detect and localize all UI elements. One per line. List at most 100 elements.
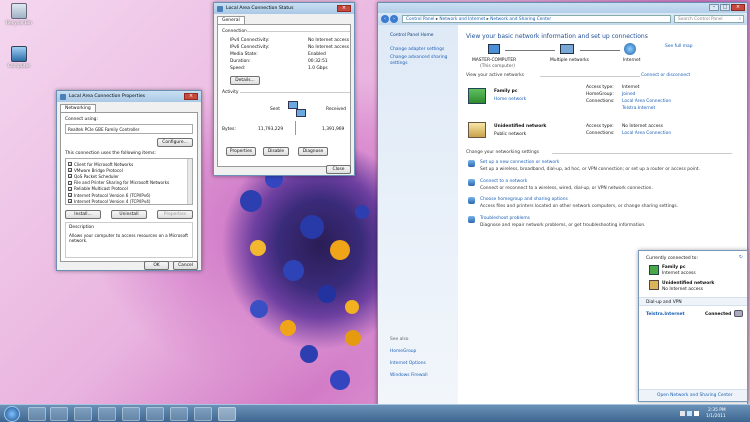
configure-button[interactable]: Configure... xyxy=(157,138,193,147)
ok-button[interactable]: OK xyxy=(144,261,169,270)
uninstall-button[interactable]: Uninstall xyxy=(111,210,147,219)
recycle-bin-icon[interactable]: Recycle Bin xyxy=(2,3,36,26)
item-checkbox[interactable]: ✓ xyxy=(68,180,72,185)
connect-disconnect-link[interactable]: Connect or disconnect xyxy=(641,73,690,78)
ie-icon[interactable] xyxy=(28,407,46,421)
homegroup-link[interactable]: Joined xyxy=(622,92,635,97)
open-network-center-link[interactable]: Open Network and Sharing Center xyxy=(657,393,733,398)
search-input[interactable]: Search Control Panel ⌕ xyxy=(674,15,744,23)
activity-label: Activity xyxy=(222,90,239,95)
status-field-value: Enabled xyxy=(308,52,326,57)
adapter-name: Realtek PCIe GBE Family Controller xyxy=(68,127,140,132)
status-field-value: No Internet access xyxy=(308,45,349,50)
connection-link[interactable]: Telstra.Internet xyxy=(622,106,655,111)
public-network-icon[interactable] xyxy=(468,122,486,138)
list-item[interactable]: ✓ Reliable Multicast Protocol xyxy=(68,186,128,192)
breadcrumb-item[interactable]: Network and Sharing Center xyxy=(490,17,551,22)
lac-status-titlebar[interactable]: Local Area Connection Status × xyxy=(214,3,354,14)
task-link[interactable]: Connect to a network xyxy=(480,179,527,184)
network-taskbar-icon[interactable] xyxy=(218,407,236,421)
flag-icon[interactable] xyxy=(680,411,685,416)
connection-link[interactable]: Local Area Connection xyxy=(622,99,671,104)
volume-icon[interactable] xyxy=(694,411,699,416)
app-icon[interactable] xyxy=(170,407,188,421)
item-checkbox[interactable]: ✓ xyxy=(68,162,72,167)
tray-icons[interactable] xyxy=(680,411,704,418)
list-item[interactable]: ✓ File and Printer Sharing for Microsoft … xyxy=(68,180,169,186)
item-checkbox[interactable]: ✓ xyxy=(68,174,72,179)
status-field-value: 00:32:51 xyxy=(308,59,328,64)
item-checkbox[interactable]: ✓ xyxy=(68,193,72,198)
cp-titlebar[interactable]: – □ × xyxy=(378,3,747,13)
item-label: Internet Protocol Version 6 (TCP/IPv6) xyxy=(74,192,151,198)
items-list[interactable]: ✓ Client for Microsoft Networks ✓ VMware Br… xyxy=(65,158,193,205)
explorer-icon[interactable] xyxy=(74,407,92,421)
lac-properties-titlebar[interactable]: Local Area Connection Properties × xyxy=(57,91,201,102)
see-also-internet-options[interactable]: Internet Options xyxy=(390,361,426,366)
close-button[interactable]: × xyxy=(184,93,198,100)
breadcrumb-item[interactable]: Network and Internet xyxy=(439,17,485,22)
connection-link[interactable]: Local Area Connection xyxy=(622,131,671,136)
see-also-firewall[interactable]: Windows Firewall xyxy=(390,373,428,378)
see-full-map-link[interactable]: See full map xyxy=(665,44,693,49)
lac-properties-title: Local Area Connection Properties xyxy=(69,94,146,99)
breadcrumb[interactable]: Control Panel ▸ Network and Internet ▸ N… xyxy=(402,15,671,23)
clock-date[interactable]: 1/1/2011 xyxy=(706,414,726,419)
status-field-value: No Internet access xyxy=(308,38,349,43)
app-icon[interactable] xyxy=(122,407,140,421)
facebook-icon[interactable] xyxy=(98,407,116,421)
clock-time[interactable]: 2:35 PM xyxy=(708,408,726,413)
list-item[interactable]: ✓ Internet Protocol Version 4 (TCP/IPv4) xyxy=(68,198,150,204)
minimize-button[interactable]: – xyxy=(709,4,719,11)
see-also-homegroup[interactable]: HomeGroup xyxy=(390,349,416,354)
status-field-value: 1.0 Gbps xyxy=(308,66,328,71)
details-button[interactable]: Details... xyxy=(230,76,260,85)
tab-networking[interactable]: Networking xyxy=(60,104,96,112)
app-icon[interactable] xyxy=(146,407,164,421)
forward-icon[interactable]: › xyxy=(390,15,398,23)
bytes-sent: 11,793,229 xyxy=(258,127,284,132)
items-scrollbar[interactable] xyxy=(187,159,192,204)
computer-icon[interactable]: Computer xyxy=(2,46,36,69)
media-icon[interactable] xyxy=(50,407,68,421)
close-button[interactable]: × xyxy=(337,5,351,12)
cancel-button[interactable]: Cancel xyxy=(173,261,198,270)
list-item[interactable]: ✓ VMware Bridge Protocol xyxy=(68,167,123,173)
sidebar-item-advanced[interactable]: Change advanced sharing settings xyxy=(390,55,452,66)
app-icon[interactable] xyxy=(194,407,212,421)
breadcrumb-item[interactable]: Control Panel xyxy=(406,17,435,22)
network-icon[interactable] xyxy=(687,411,692,416)
list-item[interactable]: ✓ Client for Microsoft Networks xyxy=(68,161,133,167)
sidebar-home-link[interactable]: Control Panel Home xyxy=(390,33,433,38)
list-item[interactable]: ✓ QoS Packet Scheduler xyxy=(68,173,119,179)
maximize-button[interactable]: □ xyxy=(720,4,730,11)
task-description: Access files and printers located on oth… xyxy=(480,204,679,209)
status-properties-button[interactable]: Properties xyxy=(226,147,256,156)
item-checkbox[interactable]: ✓ xyxy=(68,199,72,204)
task-link[interactable]: Choose homegroup and sharing options xyxy=(480,197,568,202)
network-type: Public network xyxy=(494,132,527,137)
back-icon[interactable]: ‹ xyxy=(381,15,389,23)
refresh-icon[interactable]: ↻ xyxy=(739,255,743,260)
properties-button[interactable]: Properties xyxy=(157,210,193,219)
list-item[interactable]: ✓ Internet Protocol Version 6 (TCP/IPv6) xyxy=(68,192,150,198)
task-link[interactable]: Troubleshoot problems xyxy=(480,216,530,221)
start-button[interactable] xyxy=(4,406,20,422)
bytes-label: Bytes: xyxy=(222,127,236,132)
connection-label: Connection xyxy=(222,29,247,34)
home-network-icon[interactable] xyxy=(468,88,486,104)
diagnose-button[interactable]: Diagnose xyxy=(298,147,328,156)
vpn-connection-item[interactable]: Telstra.Internet xyxy=(646,312,685,317)
status-close-button[interactable]: Close xyxy=(326,165,351,174)
install-button[interactable]: Install... xyxy=(65,210,101,219)
item-label: Client for Microsoft Networks xyxy=(74,161,134,167)
task-link[interactable]: Set up a new connection or network xyxy=(480,160,559,165)
tab-general[interactable]: General xyxy=(217,16,245,24)
sidebar-item-adapter[interactable]: Change adapter settings xyxy=(390,47,444,52)
dialup-label: Dial-up and VPN xyxy=(646,300,682,305)
close-button[interactable]: × xyxy=(731,4,745,11)
item-checkbox[interactable]: ✓ xyxy=(68,186,72,191)
network-type-link[interactable]: Home network xyxy=(494,97,526,102)
item-checkbox[interactable]: ✓ xyxy=(68,168,72,173)
disable-button[interactable]: Disable xyxy=(263,147,289,156)
